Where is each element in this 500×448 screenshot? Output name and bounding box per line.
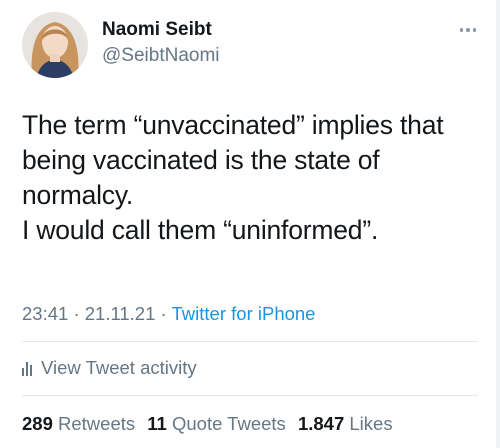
dot [472,28,477,32]
tweet-text-line: normalcy. [22,180,134,210]
author-handle[interactable]: @SeibtNaomi [102,45,220,67]
tweet-date[interactable]: 21.11.21 [85,303,156,324]
tweet-stats: 289 Retweets 11 Quote Tweets 1.847 Likes [22,413,400,435]
avatar-photo [22,12,88,78]
tweet-text-line: The term “unvaccinated” implies that [22,110,444,140]
view-tweet-activity-button[interactable]: View Tweet activity [22,356,197,380]
tweet-text: The term “unvaccinated” implies that bei… [22,108,482,248]
likes-stat[interactable]: 1.847 Likes [298,413,393,434]
divider [22,341,478,342]
retweets-label: Retweets [58,413,136,434]
tweet-source-link[interactable]: Twitter for iPhone [172,303,316,324]
tweet-detail: Naomi Seibt @SeibtNaomi The term “unvacc… [0,0,500,448]
avatar[interactable] [22,12,88,78]
tweet-time[interactable]: 23:41 [22,303,68,324]
dot [466,28,470,32]
quote-tweets-stat[interactable]: 11 Quote Tweets [147,413,291,434]
dot [459,28,464,32]
divider [22,395,478,396]
likes-count: 1.847 [297,413,345,434]
tweet-meta: 23:41 · 21.11.21 · Twitter for iPhone [22,303,315,325]
more-options-icon[interactable] [453,20,483,40]
retweets-count: 289 [22,413,53,434]
retweets-stat[interactable]: 289 Retweets [22,413,140,434]
quote-tweets-label: Quote Tweets [171,413,286,434]
quote-tweets-count: 11 [147,413,167,434]
view-tweet-activity-label: View Tweet activity [41,357,197,378]
tweet-text-line: being vaccinated is the state of [22,145,380,175]
author-name[interactable]: Naomi Seibt [102,19,212,41]
meta-separator: · [160,303,167,324]
scrollbar-track[interactable] [496,0,500,448]
tweet-text-line: I would call them “uninformed”. [22,215,379,245]
meta-separator: · [73,303,80,324]
likes-label: Likes [349,413,393,434]
bar-chart-icon [22,360,32,376]
